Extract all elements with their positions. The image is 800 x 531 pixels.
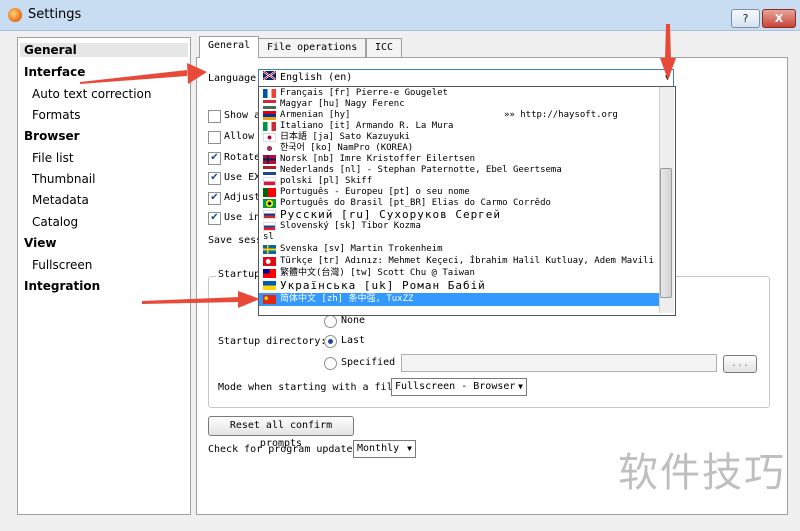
arrow-to-dropdown-button: [660, 24, 676, 80]
watermark: 软件技巧: [618, 450, 786, 496]
arrow-to-interface: [80, 63, 207, 84]
arrow-to-chinese-option: [142, 291, 260, 308]
